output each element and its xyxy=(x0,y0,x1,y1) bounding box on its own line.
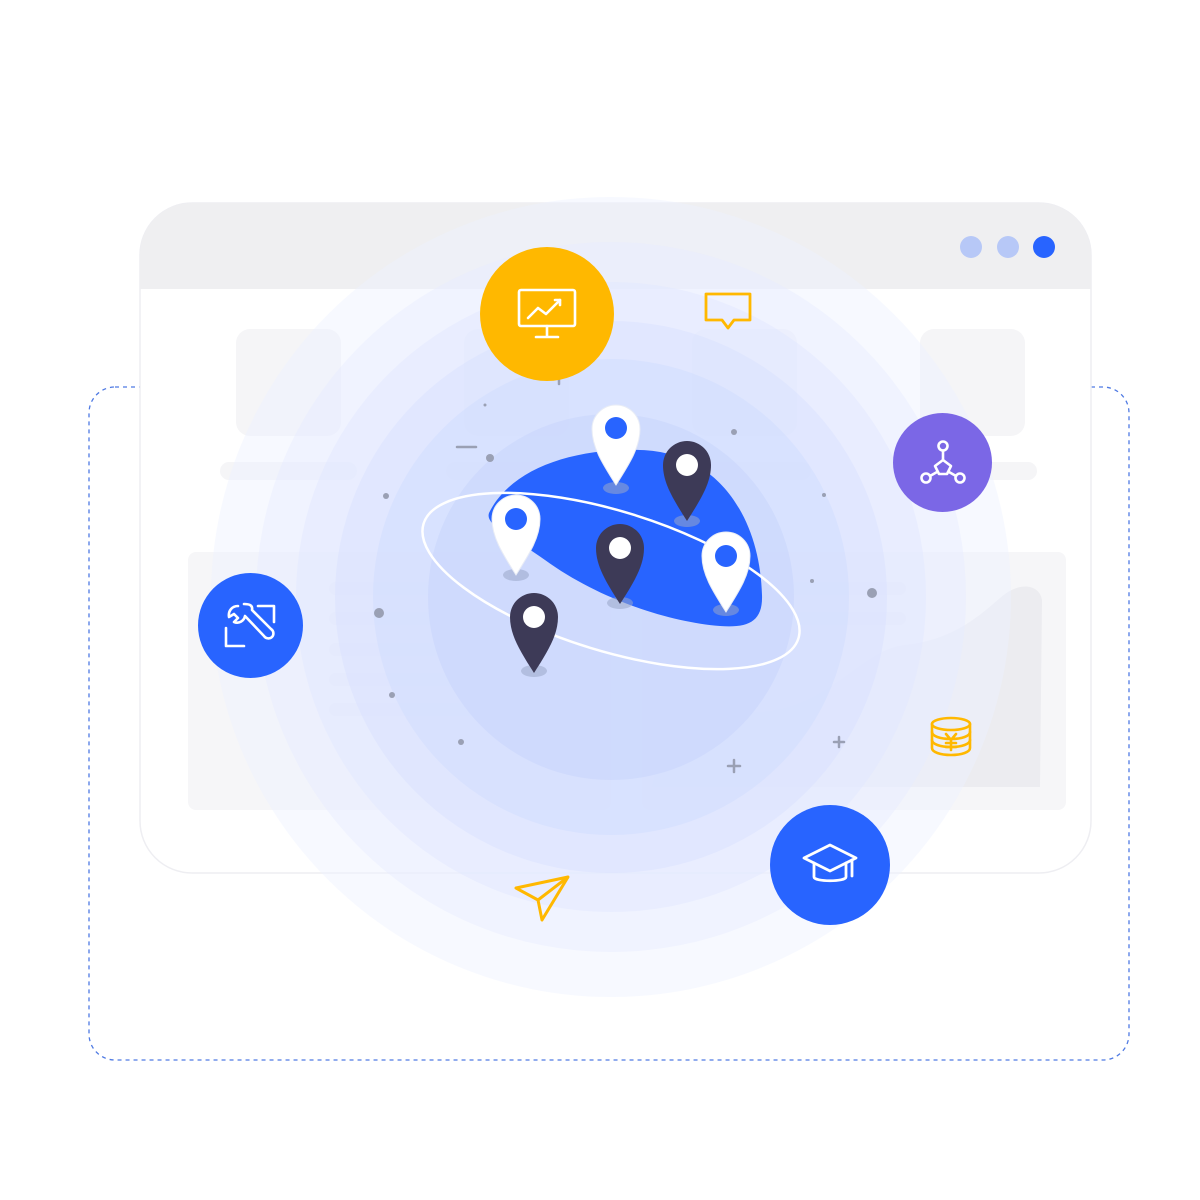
window-dot-2[interactable] xyxy=(997,236,1019,258)
monitor-chart-icon xyxy=(517,288,577,339)
monitor-chart-icon-badge[interactable] xyxy=(480,247,614,381)
wrench-tools-icon xyxy=(224,602,275,647)
wrench-tools-icon-badge[interactable] xyxy=(198,573,303,678)
chat-bubble-icon-badge xyxy=(702,290,754,334)
illustration-stage xyxy=(0,0,1200,1200)
network-nodes-icon-badge[interactable] xyxy=(893,413,992,512)
paper-plane-icon xyxy=(514,875,570,922)
coin-stack-icon-badge xyxy=(928,715,974,761)
illustration-graphic xyxy=(88,197,1130,1061)
network-nodes-icon xyxy=(919,439,966,484)
window-dot-3[interactable] xyxy=(1033,236,1055,258)
graduation-cap-icon xyxy=(802,843,858,883)
chat-bubble-icon xyxy=(704,292,752,330)
paper-plane-icon-badge xyxy=(512,872,572,924)
graduation-cap-icon-badge[interactable] xyxy=(770,805,890,925)
coin-stack-icon xyxy=(930,716,972,757)
window-dot-1[interactable] xyxy=(960,236,982,258)
